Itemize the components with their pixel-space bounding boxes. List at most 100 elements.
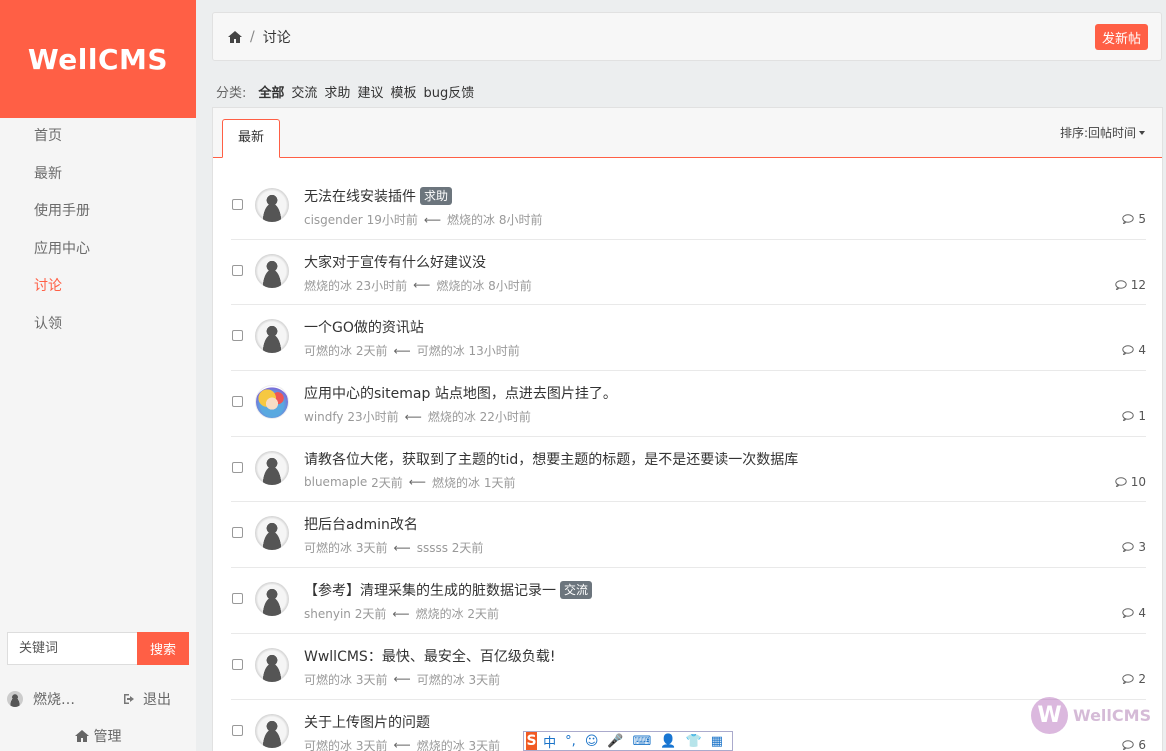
home-icon[interactable] <box>228 31 242 43</box>
user-icon[interactable]: 👤 <box>660 734 676 749</box>
shirt-icon[interactable]: 👕 <box>686 734 702 749</box>
thread-author[interactable]: 可燃的冰 <box>304 342 352 359</box>
thread-author[interactable]: 可燃的冰 <box>304 539 352 556</box>
thread-author[interactable]: cisgender <box>304 213 363 227</box>
reply-count: 12 <box>1115 278 1146 292</box>
thread-row[interactable]: 一个GO做的资讯站 可燃的冰 2天前 ⟵ 可燃的冰 13小时前 4 <box>231 305 1146 372</box>
sort-value: 回帖时间 <box>1087 126 1136 140</box>
thread-author[interactable]: windfy <box>304 410 344 424</box>
author-avatar[interactable] <box>255 450 289 485</box>
author-avatar[interactable] <box>255 516 289 551</box>
author-avatar[interactable] <box>255 647 289 682</box>
nav-item-claim[interactable]: 认领 <box>0 306 196 344</box>
thread-title[interactable]: 无法在线安装插件 <box>304 186 416 206</box>
thread-row[interactable]: 应用中心的sitemap 站点地图，点进去图片挂了。 windfy 23小时前 ⟵ 燃… <box>231 371 1146 437</box>
thread-meta: 可燃的冰 3天前 ⟵ 可燃的冰 3天前 <box>304 671 500 688</box>
thread-meta: 可燃的冰 3天前 ⟵ 燃烧的冰 3天前 <box>304 737 500 751</box>
thread-last-user[interactable]: 燃烧的冰 <box>416 605 464 622</box>
author-avatar[interactable] <box>255 253 289 288</box>
category-all[interactable]: 全部 <box>258 82 284 101</box>
thread-author[interactable]: bluemaple <box>304 475 367 489</box>
thread-checkbox[interactable] <box>232 527 243 539</box>
thread-checkbox[interactable] <box>232 593 243 605</box>
thread-tag[interactable]: 交流 <box>560 581 593 600</box>
nav-item-discussion[interactable]: 讨论 <box>0 268 196 306</box>
sidebar-nav: 首页 最新 使用手册 应用中心 讨论 认领 <box>0 118 196 343</box>
author-avatar[interactable] <box>255 319 289 354</box>
reply-count: 2 <box>1122 672 1146 686</box>
nav-item-home[interactable]: 首页 <box>0 118 196 156</box>
sort-dropdown[interactable]: 排序: 回帖时间 <box>1060 124 1145 141</box>
thread-title[interactable]: 大家对于宣传有什么好建议没 <box>304 252 486 272</box>
thread-last-time: 13小时前 <box>468 344 520 359</box>
thread-title[interactable]: 一个GO做的资讯站 <box>304 317 424 337</box>
thread-last-user[interactable]: 可燃的冰 <box>417 342 465 359</box>
thread-title-wrap: 一个GO做的资讯站 <box>304 317 424 337</box>
category-help[interactable]: 求助 <box>324 82 350 101</box>
logout-link[interactable]: 退出 <box>123 689 171 709</box>
category-exchange[interactable]: 交流 <box>291 82 317 101</box>
thread-last-user[interactable]: 燃烧的冰 <box>447 211 495 228</box>
thread-author[interactable]: 可燃的冰 <box>304 737 352 751</box>
category-bug-feedback[interactable]: bug反馈 <box>423 82 474 101</box>
thread-title[interactable]: WwllCMS：最快、最安全、百亿级负载! <box>304 646 555 666</box>
thread-title-wrap: 大家对于宣传有什么好建议没 <box>304 252 486 272</box>
thread-last-user[interactable]: 燃烧的冰 <box>417 737 465 751</box>
thread-last-user[interactable]: 燃烧的冰 <box>428 408 476 425</box>
breadcrumb-current[interactable]: 讨论 <box>263 27 291 47</box>
category-suggestion[interactable]: 建议 <box>357 82 383 101</box>
author-avatar[interactable] <box>255 385 289 420</box>
author-avatar[interactable] <box>255 713 289 748</box>
admin-link[interactable]: 管理 <box>0 726 196 746</box>
thread-title[interactable]: 关于上传图片的问题 <box>304 712 430 732</box>
author-avatar[interactable] <box>255 582 289 617</box>
nav-item-latest[interactable]: 最新 <box>0 156 196 194</box>
ime-mode-toggle[interactable]: 中 <box>543 732 556 751</box>
thread-last-user[interactable]: 燃烧的冰 <box>436 277 484 294</box>
thread-checkbox[interactable] <box>232 199 243 210</box>
microphone-icon[interactable]: 🎤 <box>607 734 623 749</box>
thread-title[interactable]: 把后台admin改名 <box>304 514 418 534</box>
thread-checkbox[interactable] <box>232 396 243 408</box>
ime-logo-icon[interactable]: S <box>526 732 538 750</box>
keyboard-icon[interactable]: ⌨ <box>633 734 652 749</box>
thread-checkbox[interactable] <box>232 264 243 276</box>
thread-row[interactable]: 请教各位大佬，获取到了主题的tid，想要主题的标题，是不是还要读一次数据库 blu… <box>231 437 1146 503</box>
grid-icon[interactable]: ▦ <box>711 734 723 749</box>
thread-last-user[interactable]: sssss <box>417 541 448 555</box>
site-logo[interactable]: WellCMS <box>0 0 196 118</box>
new-post-button[interactable]: 发新帖 <box>1094 24 1148 50</box>
thread-title[interactable]: 【参考】清理采集的生成的脏数据记录一 <box>304 580 556 600</box>
thread-row[interactable]: 无法在线安装插件 求助 cisgender 19小时前 ⟵ 燃烧的冰 8小时前 5 <box>231 174 1146 240</box>
left-arrow-icon: ⟵ <box>393 540 411 555</box>
author-avatar[interactable] <box>255 188 289 222</box>
nav-item-app-center[interactable]: 应用中心 <box>0 231 196 269</box>
thread-title[interactable]: 应用中心的sitemap 站点地图，点进去图片挂了。 <box>304 383 617 403</box>
thread-tag[interactable]: 求助 <box>420 187 453 205</box>
category-template[interactable]: 模板 <box>390 82 416 101</box>
thread-checkbox[interactable] <box>232 330 243 342</box>
thread-last-user[interactable]: 燃烧的冰 <box>432 474 480 491</box>
search-input[interactable] <box>7 632 137 665</box>
thread-last-user[interactable]: 可燃的冰 <box>417 671 465 688</box>
user-avatar[interactable] <box>7 691 23 707</box>
thread-checkbox[interactable] <box>232 658 243 670</box>
smiley-icon[interactable]: ☺ <box>585 734 599 749</box>
thread-checkbox[interactable] <box>232 461 243 473</box>
page-header: / 讨论 发新帖 <box>212 12 1162 61</box>
thread-author[interactable]: 燃烧的冰 <box>304 277 352 294</box>
thread-author[interactable]: 可燃的冰 <box>304 671 352 688</box>
thread-author[interactable]: shenyin <box>304 607 351 621</box>
search-button[interactable]: 搜索 <box>137 632 189 665</box>
tab-latest[interactable]: 最新 <box>222 119 280 158</box>
thread-row[interactable]: WwllCMS：最快、最安全、百亿级负载! 可燃的冰 3天前 ⟵ 可燃的冰 3天前 2 <box>231 634 1146 700</box>
thread-checkbox[interactable] <box>232 724 243 736</box>
username[interactable]: 燃烧… <box>33 689 123 709</box>
thread-row[interactable]: 大家对于宣传有什么好建议没 燃烧的冰 23小时前 ⟵ 燃烧的冰 8小时前 12 <box>231 240 1146 306</box>
reply-count-value: 4 <box>1138 343 1146 358</box>
nav-item-manual[interactable]: 使用手册 <box>0 193 196 231</box>
thread-row[interactable]: 【参考】清理采集的生成的脏数据记录一 交流 shenyin 2天前 ⟵ 燃烧的冰 2天前… <box>231 568 1146 634</box>
ime-punctuation-toggle[interactable]: °, <box>565 734 576 749</box>
thread-row[interactable]: 把后台admin改名 可燃的冰 3天前 ⟵ sssss 2天前 3 <box>231 502 1146 569</box>
thread-title[interactable]: 请教各位大佬，获取到了主题的tid，想要主题的标题，是不是还要读一次数据库 <box>304 449 798 469</box>
